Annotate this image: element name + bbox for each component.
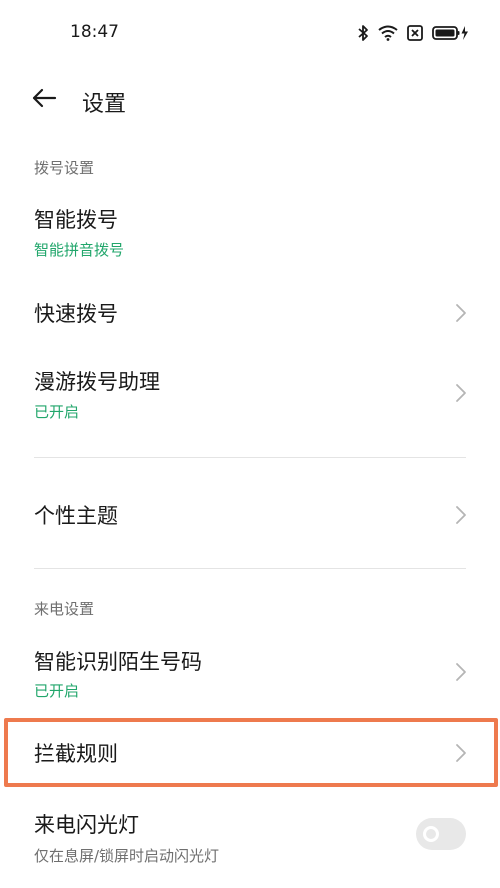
row-speed-dial[interactable]: 快速拨号 <box>0 286 500 340</box>
row-label: 智能识别陌生号码 <box>34 650 202 674</box>
arrow-left-icon <box>31 88 57 112</box>
row-subtitle: 已开启 <box>34 682 80 700</box>
back-button[interactable] <box>28 84 60 116</box>
row-smart-identify-unknown[interactable]: 智能识别陌生号码 已开启 <box>0 638 500 708</box>
row-label: 漫游拨号助理 <box>34 370 160 394</box>
flash-toggle-switch[interactable] <box>416 818 466 850</box>
row-label: 智能拨号 <box>34 208 118 232</box>
divider <box>34 457 466 458</box>
row-subtitle: 已开启 <box>34 403 80 421</box>
status-bar: 18:47 <box>0 0 500 66</box>
row-subtitle: 智能拼音拨号 <box>34 241 125 259</box>
chevron-right-icon <box>454 742 468 764</box>
header: 设置 <box>0 78 500 122</box>
section-title-incoming: 来电设置 <box>34 600 95 618</box>
chevron-right-icon <box>454 302 468 324</box>
row-roaming-dial-assistant[interactable]: 漫游拨号助理 已开启 <box>0 360 500 430</box>
battery-charging-icon <box>432 25 470 41</box>
page-title: 设置 <box>82 92 127 117</box>
no-sim-icon <box>407 25 423 41</box>
chevron-right-icon <box>454 661 468 683</box>
row-block-rules[interactable]: 拦截规则 <box>0 726 500 780</box>
row-label: 快速拨号 <box>34 302 118 326</box>
bluetooth-icon <box>357 24 369 42</box>
chevron-right-icon <box>454 504 468 526</box>
row-personal-theme[interactable]: 个性主题 <box>0 488 500 542</box>
row-smart-dial[interactable]: 智能拨号 智能拼音拨号 <box>0 196 500 272</box>
row-label: 个性主题 <box>34 504 118 528</box>
section-title-dial: 拨号设置 <box>34 159 95 177</box>
divider <box>34 568 466 569</box>
wifi-icon <box>378 25 398 41</box>
chevron-right-icon <box>454 382 468 404</box>
status-time: 18:47 <box>70 22 119 42</box>
row-label: 拦截规则 <box>34 742 118 766</box>
row-subtitle: 仅在息屏/锁屏时启动闪光灯 <box>34 847 220 865</box>
toggle-knob <box>423 826 439 842</box>
row-label: 来电闪光灯 <box>34 813 139 837</box>
status-icons <box>357 23 470 43</box>
